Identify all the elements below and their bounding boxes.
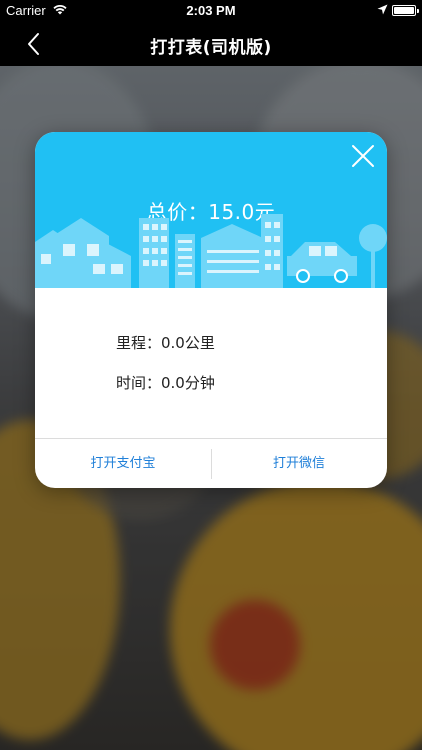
status-bar: Carrier 2:03 PM [0, 0, 422, 22]
fare-dialog: 总价：15.0元 里程：0.0公里 时间：0.0分钟 打开支付宝 打开微信 [35, 132, 387, 488]
fare-dialog-header: 总价：15.0元 [35, 132, 387, 288]
battery-icon [392, 5, 419, 16]
open-wechat-button[interactable]: 打开微信 [211, 439, 387, 488]
mileage-text: 里程：0.0公里 [116, 334, 215, 352]
duration-text: 时间：0.0分钟 [116, 374, 215, 392]
location-arrow-icon [377, 4, 388, 15]
status-time: 2:03 PM [186, 3, 236, 18]
dialog-actions: 打开支付宝 打开微信 [35, 438, 387, 488]
navigation-bar: 打打表(司机版) [0, 22, 422, 66]
fare-details: 里程：0.0公里 时间：0.0分钟 [35, 288, 387, 438]
page-title: 打打表(司机版) [150, 38, 272, 58]
city-skyline-illustration [35, 214, 387, 288]
close-icon[interactable] [351, 144, 375, 168]
open-alipay-button[interactable]: 打开支付宝 [35, 439, 211, 488]
